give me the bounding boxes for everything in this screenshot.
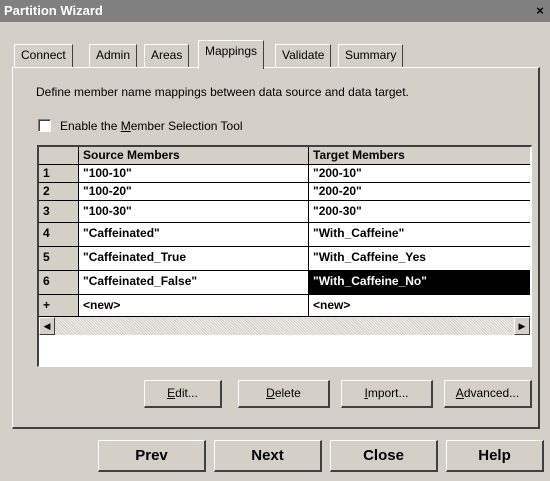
row-index[interactable]: 3 <box>39 201 79 223</box>
table-row[interactable]: 5 "Caffeinated_True "With_Caffeine_Yes <box>39 247 530 271</box>
source-member-cell[interactable]: "100-30" <box>79 201 309 223</box>
target-member-cell[interactable]: "200-30" <box>309 201 530 223</box>
window-title: Partition Wizard <box>4 3 103 18</box>
scroll-left-icon[interactable]: ◀ <box>39 317 55 335</box>
tab-summary[interactable]: Summary <box>338 44 404 68</box>
tab-validate[interactable]: Validate <box>275 44 332 68</box>
tab-admin[interactable]: Admin <box>89 44 138 68</box>
tab-areas[interactable]: Areas <box>144 44 190 68</box>
next-button[interactable]: Next <box>214 440 322 472</box>
member-selection-tool-label[interactable]: Enable the Member Selection Tool <box>60 119 243 133</box>
target-member-cell[interactable]: <new> <box>309 295 530 317</box>
mappings-description: Define member name mappings between data… <box>36 85 409 99</box>
target-member-cell-selected[interactable]: "With_Caffeine_No" <box>309 271 530 295</box>
table-row[interactable]: 6 "Caffeinated_False" "With_Caffeine_No" <box>39 271 530 295</box>
row-index[interactable]: 6 <box>39 271 79 295</box>
title-bar: Partition Wizard × <box>0 0 550 22</box>
prev-button[interactable]: Prev <box>98 440 206 472</box>
source-member-cell[interactable]: "100-20" <box>79 183 309 201</box>
member-selection-tool-checkbox[interactable] <box>38 119 51 132</box>
column-header-source[interactable]: Source Members <box>79 147 309 165</box>
grid-corner-cell <box>39 147 79 165</box>
scroll-right-icon[interactable]: ▶ <box>514 317 530 335</box>
import-button[interactable]: Import... <box>341 380 433 408</box>
table-row[interactable]: 3 "100-30" "200-30" <box>39 201 530 223</box>
row-index[interactable]: 1 <box>39 165 79 183</box>
row-index[interactable]: 5 <box>39 247 79 271</box>
source-member-cell[interactable]: "Caffeinated_False" <box>79 271 309 295</box>
source-member-cell[interactable]: "Caffeinated" <box>79 223 309 247</box>
target-member-cell[interactable]: "200-10" <box>309 165 530 183</box>
close-button[interactable]: Close <box>330 440 438 472</box>
table-row[interactable]: 2 "100-20" "200-20" <box>39 183 530 201</box>
source-member-cell[interactable]: "Caffeinated_True <box>79 247 309 271</box>
horizontal-scrollbar[interactable]: ◀ ▶ <box>39 317 530 335</box>
source-member-cell[interactable]: "100-10" <box>79 165 309 183</box>
help-button[interactable]: Help <box>446 440 544 472</box>
table-row[interactable]: 1 "100-10" "200-10" <box>39 165 530 183</box>
row-index[interactable]: 2 <box>39 183 79 201</box>
row-index[interactable]: + <box>39 295 79 317</box>
source-member-cell[interactable]: <new> <box>79 295 309 317</box>
target-member-cell[interactable]: "With_Caffeine" <box>309 223 530 247</box>
table-row[interactable]: 4 "Caffeinated" "With_Caffeine" <box>39 223 530 247</box>
table-row-new[interactable]: + <new> <new> <box>39 295 530 317</box>
partition-wizard-window: Partition Wizard × Connect Admin Areas M… <box>0 0 550 481</box>
target-member-cell[interactable]: "With_Caffeine_Yes <box>309 247 530 271</box>
edit-button[interactable]: Edit... <box>144 380 222 408</box>
column-header-target[interactable]: Target Members <box>309 147 530 165</box>
mappings-grid[interactable]: Source Members Target Members 1 "100-10"… <box>37 145 532 367</box>
tab-connect[interactable]: Connect <box>14 44 73 68</box>
target-member-cell[interactable]: "200-20" <box>309 183 530 201</box>
advanced-button[interactable]: Advanced... <box>444 380 532 408</box>
delete-button[interactable]: Delete <box>238 380 330 408</box>
row-index[interactable]: 4 <box>39 223 79 247</box>
tab-mappings[interactable]: Mappings <box>198 40 265 69</box>
close-icon[interactable]: × <box>532 3 548 18</box>
